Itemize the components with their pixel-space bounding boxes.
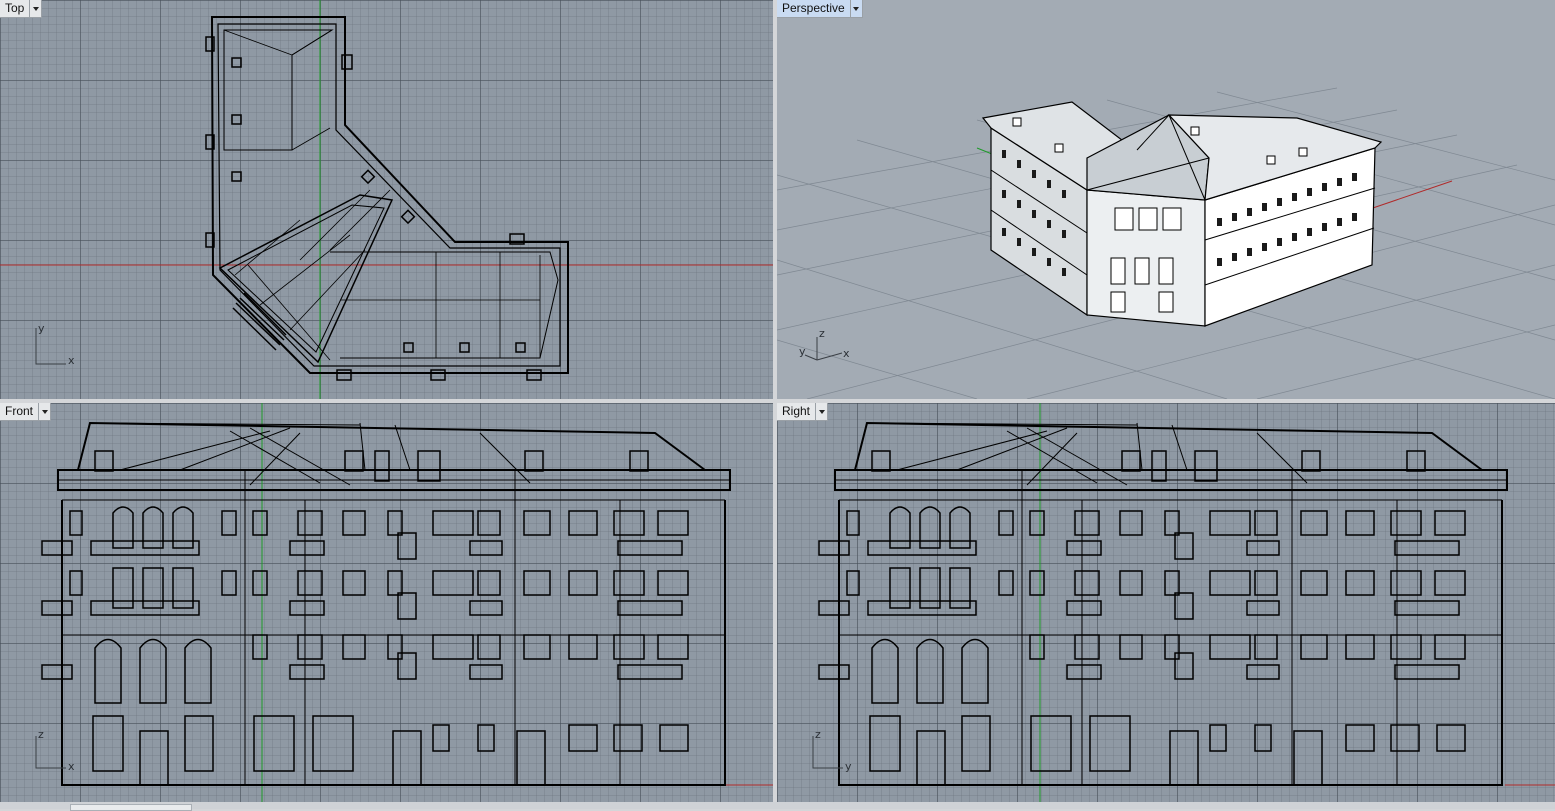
perspective-view-model <box>777 87 1555 399</box>
axis-label-x: x <box>68 760 75 773</box>
viewport-tab-front[interactable]: Front <box>0 403 52 421</box>
status-strip <box>0 802 1555 811</box>
axis-label-y: y <box>38 322 45 335</box>
viewport-tab-perspective[interactable]: Perspective <box>777 0 863 18</box>
viewport-tab-strip[interactable] <box>70 804 192 811</box>
viewport-tab-top[interactable]: Top <box>0 0 43 18</box>
axis-triad-front: z x <box>35 728 75 773</box>
top-view-model <box>0 0 773 399</box>
axis-label-x: x <box>68 354 75 367</box>
axis-triad-perspective: z y x <box>799 327 850 361</box>
viewport-top[interactable]: Top y x <box>0 0 773 399</box>
axis-label-x: x <box>843 347 850 360</box>
right-view-model <box>818 403 1555 802</box>
axis-label-z: z <box>819 327 825 340</box>
axis-triad-top: y x <box>35 322 75 367</box>
viewport-title: Front <box>5 404 34 418</box>
axis-triad-right: z y <box>812 728 852 773</box>
viewport-tab-right[interactable]: Right <box>777 403 829 421</box>
front-view-model <box>41 403 773 802</box>
axis-label-z: z <box>815 728 821 741</box>
axis-label-z: z <box>38 728 44 741</box>
viewport-front[interactable]: Front z x <box>0 403 773 802</box>
viewport-menu-arrow-icon[interactable] <box>849 0 862 17</box>
viewport-perspective[interactable]: Perspective z y x <box>777 0 1555 399</box>
viewport-title: Top <box>5 1 25 15</box>
viewport-menu-arrow-icon[interactable] <box>815 403 827 420</box>
viewport-menu-arrow-icon[interactable] <box>38 403 50 420</box>
viewport-menu-arrow-icon[interactable] <box>29 0 41 17</box>
viewport-right[interactable]: Right z y <box>777 403 1555 802</box>
viewport-title: Right <box>782 404 811 418</box>
axis-label-y: y <box>845 760 852 773</box>
axis-label-y: y <box>799 345 806 358</box>
viewport-title: Perspective <box>782 1 845 15</box>
